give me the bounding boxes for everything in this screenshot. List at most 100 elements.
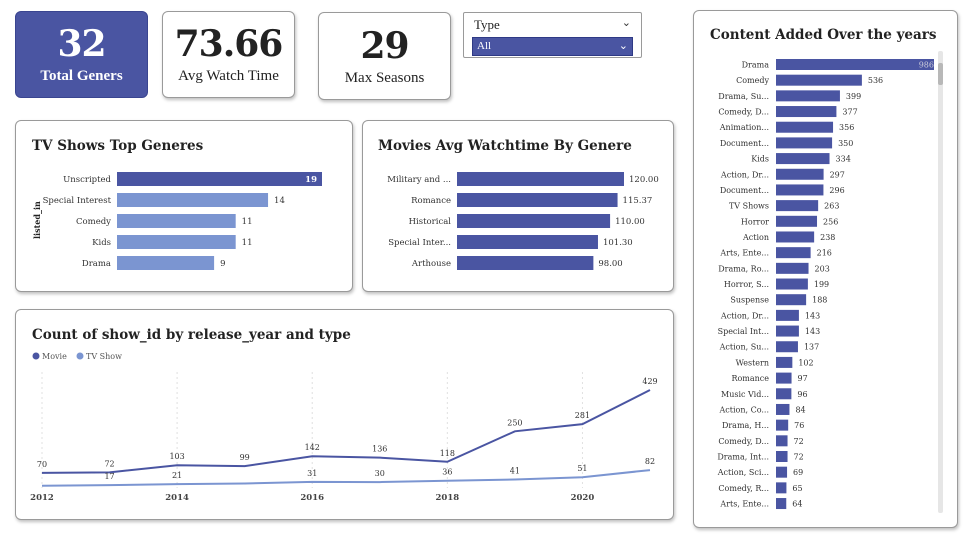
release-year-line-card: Count of show_id by release_year and typ… bbox=[15, 309, 674, 520]
bar[interactable] bbox=[776, 278, 808, 290]
bar[interactable] bbox=[776, 247, 811, 259]
scrollbar-thumb[interactable] bbox=[938, 63, 943, 85]
data-label: 203 bbox=[815, 264, 830, 273]
data-label: 101.30 bbox=[603, 238, 633, 248]
kpi-label: Total Geners bbox=[40, 68, 123, 84]
category-label: Action, Sci... bbox=[717, 468, 769, 477]
bar[interactable] bbox=[776, 498, 787, 510]
bar[interactable] bbox=[776, 435, 788, 447]
point-label: 17 bbox=[104, 472, 114, 481]
data-label: 72 bbox=[794, 453, 804, 462]
content-added-card: Content Added Over the years Drama 986 Com… bbox=[693, 10, 958, 528]
bar[interactable] bbox=[117, 193, 269, 207]
bar[interactable] bbox=[776, 121, 834, 133]
type-slicer[interactable]: Type ⌄ All ⌄ bbox=[463, 12, 642, 58]
type-dropdown[interactable]: All ⌄ bbox=[472, 37, 633, 56]
legend-label[interactable]: Movie bbox=[42, 352, 67, 361]
data-label: 14 bbox=[274, 196, 285, 206]
bar[interactable] bbox=[776, 419, 789, 431]
x-tick-label: 2020 bbox=[571, 493, 595, 503]
dropdown-chevron-icon[interactable]: ⌄ bbox=[619, 38, 628, 55]
kpi-avg-watch-time: 73.66 Avg Watch Time bbox=[162, 11, 295, 98]
bar[interactable] bbox=[457, 193, 618, 207]
point-label: 142 bbox=[305, 443, 320, 452]
bar[interactable] bbox=[776, 231, 815, 243]
bar[interactable] bbox=[117, 172, 322, 186]
point-label: 36 bbox=[442, 468, 452, 477]
bar[interactable] bbox=[776, 153, 830, 165]
category-label: Action, Dr... bbox=[720, 311, 769, 320]
bar[interactable] bbox=[776, 106, 837, 118]
data-label: 143 bbox=[805, 311, 820, 320]
legend-marker bbox=[32, 352, 40, 360]
data-label: 96 bbox=[797, 390, 807, 399]
scrollbar[interactable] bbox=[938, 51, 943, 513]
bar[interactable] bbox=[776, 466, 788, 478]
bar[interactable] bbox=[776, 137, 833, 149]
bar[interactable] bbox=[776, 356, 793, 368]
data-label: 65 bbox=[792, 484, 802, 493]
data-label: 9 bbox=[220, 259, 225, 269]
point-label: 136 bbox=[372, 445, 387, 454]
point-label: 103 bbox=[169, 452, 184, 461]
data-label: 536 bbox=[868, 76, 883, 85]
category-label: Music Vid... bbox=[721, 390, 769, 399]
category-label: Western bbox=[736, 358, 769, 367]
movies-avg-watchtime-card: Movies Avg Watchtime By Genere Military … bbox=[362, 120, 674, 292]
category-label: TV Shows bbox=[729, 202, 769, 211]
data-label: 263 bbox=[824, 202, 839, 211]
point-label: 99 bbox=[240, 453, 250, 462]
bar[interactable] bbox=[117, 256, 215, 270]
series-line-movie[interactable] bbox=[41, 389, 651, 474]
bar[interactable] bbox=[776, 74, 862, 86]
data-label: 102 bbox=[798, 358, 813, 367]
category-label: Comedy, R... bbox=[718, 484, 769, 493]
point-label: 281 bbox=[575, 411, 590, 420]
category-label: Comedy, D... bbox=[718, 108, 769, 117]
bar[interactable] bbox=[117, 214, 236, 228]
category-label: Drama, H... bbox=[722, 421, 769, 430]
tv-shows-top-genres-card: TV Shows Top Generes listed_in Unscripted… bbox=[15, 120, 353, 292]
data-label: 137 bbox=[804, 343, 819, 352]
data-label: 334 bbox=[836, 155, 851, 164]
bar[interactable] bbox=[457, 172, 624, 186]
bar[interactable] bbox=[457, 214, 611, 228]
bar[interactable] bbox=[776, 168, 824, 180]
series-line-tv-show[interactable] bbox=[41, 469, 651, 487]
bar[interactable] bbox=[776, 184, 824, 196]
bar[interactable] bbox=[776, 482, 787, 494]
category-label: Kids bbox=[751, 155, 769, 164]
legend-label[interactable]: TV Show bbox=[86, 352, 122, 361]
data-label: 399 bbox=[846, 92, 861, 101]
bar[interactable] bbox=[776, 262, 809, 274]
bar[interactable] bbox=[776, 341, 798, 353]
bar[interactable] bbox=[776, 59, 934, 70]
bar[interactable] bbox=[776, 403, 790, 415]
bar[interactable] bbox=[776, 325, 799, 337]
bar[interactable] bbox=[776, 200, 819, 212]
category-label: Document... bbox=[720, 139, 769, 148]
point-label: 70 bbox=[37, 460, 47, 469]
bar[interactable] bbox=[776, 451, 788, 462]
point-label: 41 bbox=[510, 467, 520, 476]
bar[interactable] bbox=[776, 294, 807, 306]
category-label: Animation... bbox=[719, 123, 769, 132]
movies-watchtime-bar-chart: Military and ... 120.00 Romance 115.37 Histo… bbox=[387, 172, 659, 270]
chevron-down-icon[interactable]: ⌄ bbox=[622, 16, 631, 29]
bar[interactable] bbox=[776, 372, 792, 384]
category-label: Romance bbox=[411, 196, 451, 206]
category-label: Special Interest bbox=[43, 196, 112, 206]
bar[interactable] bbox=[117, 235, 236, 249]
point-label: 51 bbox=[577, 464, 587, 473]
category-label: Historical bbox=[409, 217, 452, 227]
bar[interactable] bbox=[776, 215, 818, 227]
category-label: Romance bbox=[731, 374, 769, 383]
bar[interactable] bbox=[457, 256, 594, 270]
bar[interactable] bbox=[457, 235, 598, 249]
kpi-label: Avg Watch Time bbox=[178, 68, 279, 84]
data-label: 72 bbox=[794, 437, 804, 446]
bar[interactable] bbox=[776, 309, 799, 321]
bar[interactable] bbox=[776, 90, 840, 102]
category-label: Comedy, D... bbox=[718, 437, 769, 446]
bar[interactable] bbox=[776, 388, 792, 400]
